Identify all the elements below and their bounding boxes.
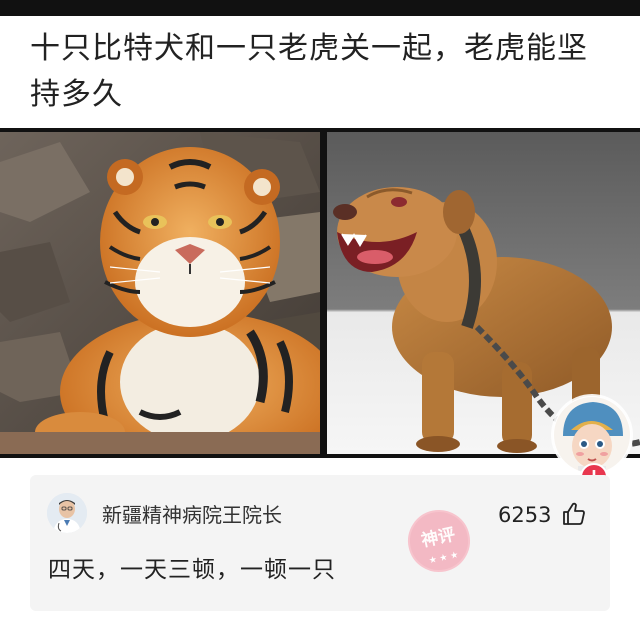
post-media: + [0, 128, 640, 491]
commenter-avatar[interactable] [47, 493, 87, 533]
commenter-name[interactable]: 新疆精神病院王院长 [102, 502, 282, 528]
top-status-bar [0, 0, 640, 16]
hot-comment-card[interactable]: 新疆精神病院王院长 ★ ★ ★ 神评 6253 四天，一天三顿，一顿一只 [30, 475, 610, 611]
tiger-illustration [0, 132, 320, 454]
tiger-image[interactable] [0, 132, 320, 454]
doctor-avatar-icon [47, 493, 87, 533]
post-title: 十只比特犬和一只老虎关一起，老虎能坚持多久 [30, 31, 588, 112]
post-page: 十只比特犬和一只老虎关一起，老虎能坚持多久 新疆精神病院王院长 ★ ★ ★ 神评… [0, 0, 640, 619]
featured-comment-stamp: ★ ★ ★ 神评 [396, 498, 481, 583]
like-count: 6253 [498, 503, 552, 527]
comment-body: 四天，一天三顿，一顿一只 [48, 557, 336, 583]
thumbs-up-icon[interactable] [562, 502, 586, 526]
